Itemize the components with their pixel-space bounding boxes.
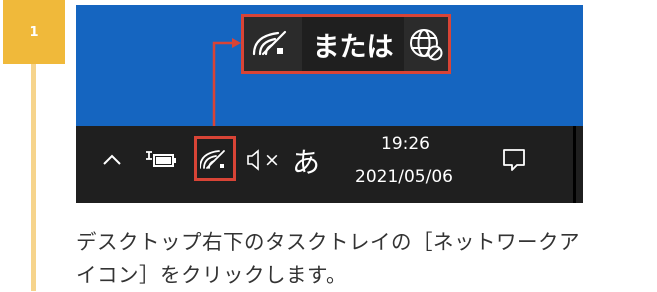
step-caption: デスクトップ右下のタスクトレイの［ネットワークア イコン］をクリックします。 [76,226,654,292]
clock-time[interactable]: 19:26 [381,134,430,154]
ime-mode-indicator[interactable]: あ [292,141,320,181]
action-center-icon[interactable] [502,148,526,172]
step-number-badge: 1 [3,0,65,64]
step-number: 1 [29,24,39,40]
show-hidden-icons-chevron[interactable] [101,149,123,171]
clock-date[interactable]: 2021/05/06 [355,167,453,187]
step-timeline-line [31,64,36,291]
battery-plug-icon[interactable] [144,148,178,172]
taskbar-edge [573,126,576,203]
caption-line-1: デスクトップ右下のタスクトレイの［ネットワークア [76,230,580,254]
taskbar: × あ 19:26 2021/05/06 [76,126,583,203]
volume-muted-icon[interactable]: × [246,147,280,173]
taskbar-wifi-icon[interactable] [200,141,232,175]
caption-line-2: イコン］をクリックします。 [76,263,347,287]
windows-screenshot: または × あ 19:26 2021/05/06 [76,5,583,203]
volume-muted-x: × [264,149,280,171]
